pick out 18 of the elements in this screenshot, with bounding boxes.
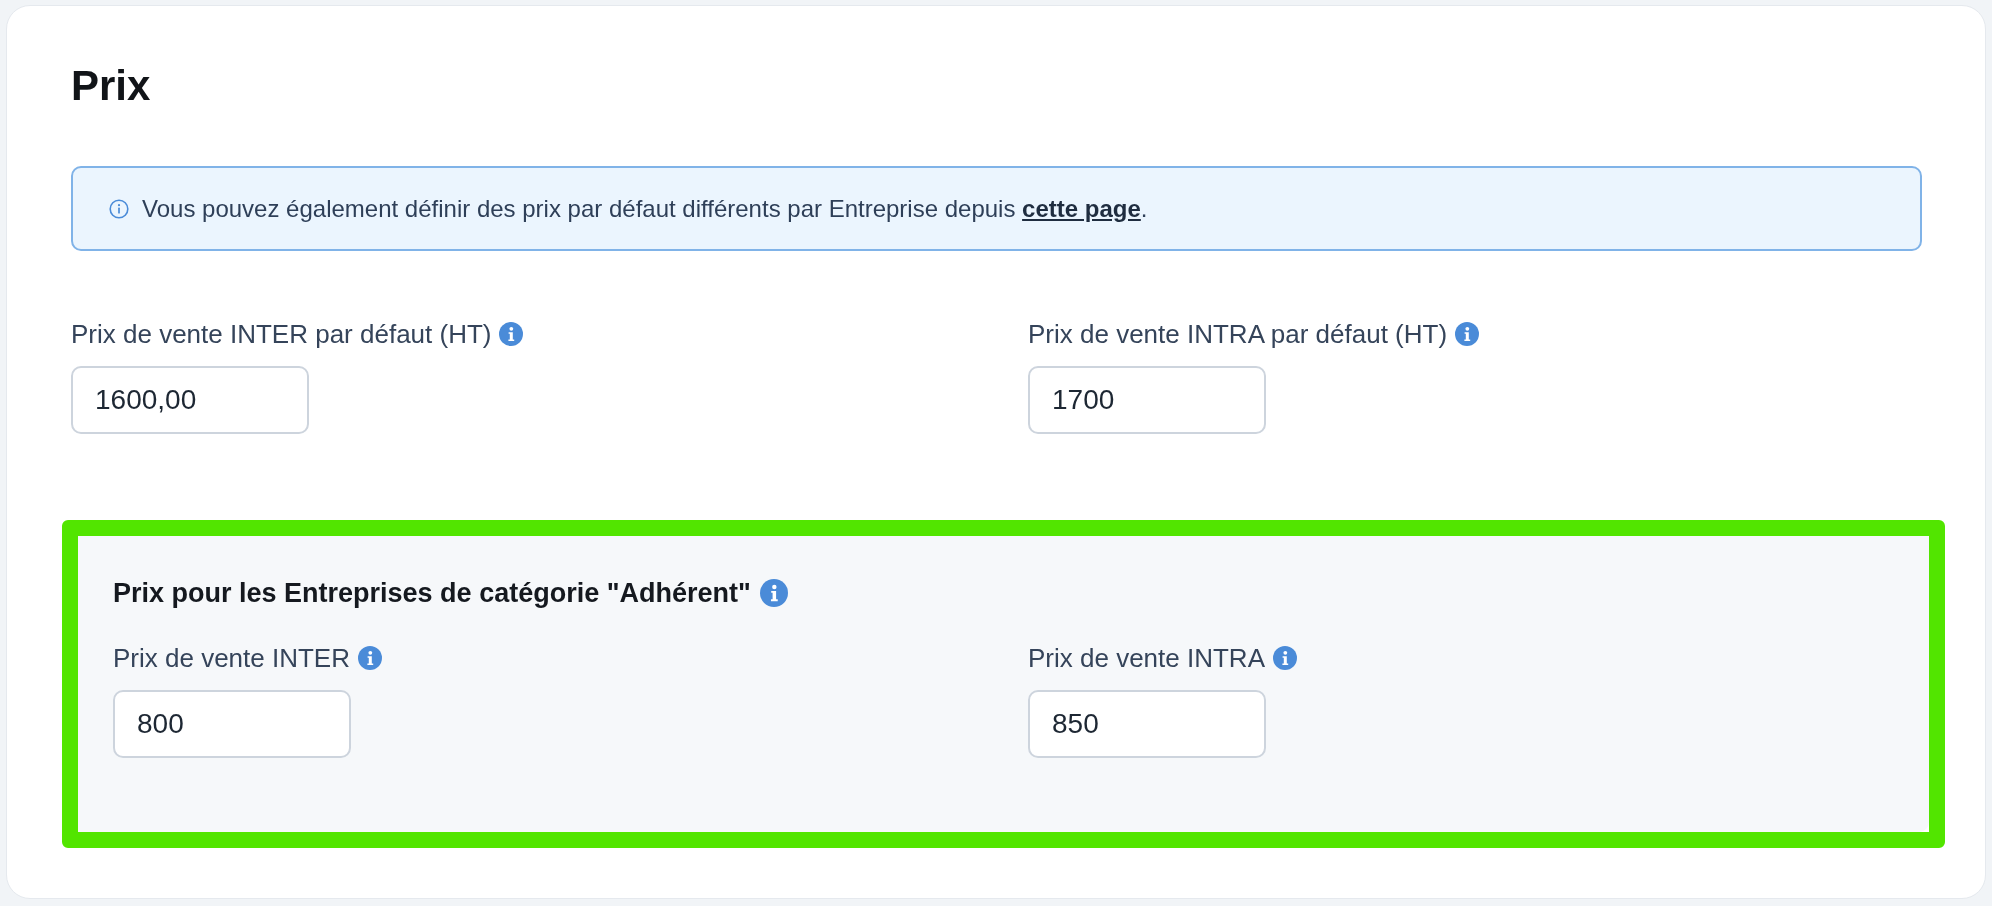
input-field[interactable]: 800 xyxy=(113,690,351,758)
info-message: Vous pouvez également définir des prix par défaut différents par Entreprise depuis cette page. xyxy=(142,193,1148,224)
page-link[interactable]: cette page xyxy=(1022,194,1141,222)
field-label: Prix de vente INTRA xyxy=(1028,642,1265,675)
info-icon[interactable] xyxy=(759,579,788,607)
section-title: Prix xyxy=(71,61,152,111)
panel-title: Prix pour les Entreprises de catégorie "Adhérent" xyxy=(113,577,751,610)
info-icon[interactable] xyxy=(499,322,524,346)
info-icon[interactable] xyxy=(358,646,382,670)
field-label: Prix de vente INTER par défaut (HT) xyxy=(71,318,492,351)
info-icon xyxy=(109,198,129,219)
field-label: Prix de vente INTER xyxy=(113,642,350,675)
input-field[interactable]: 1700 xyxy=(1028,366,1266,434)
input-field[interactable]: 1600,00 xyxy=(71,366,309,434)
input-field[interactable]: 850 xyxy=(1028,690,1266,758)
field-label: Prix de vente INTRA par défaut (HT) xyxy=(1028,318,1448,351)
info-icon[interactable] xyxy=(1455,322,1480,346)
info-icon[interactable] xyxy=(1273,646,1297,670)
